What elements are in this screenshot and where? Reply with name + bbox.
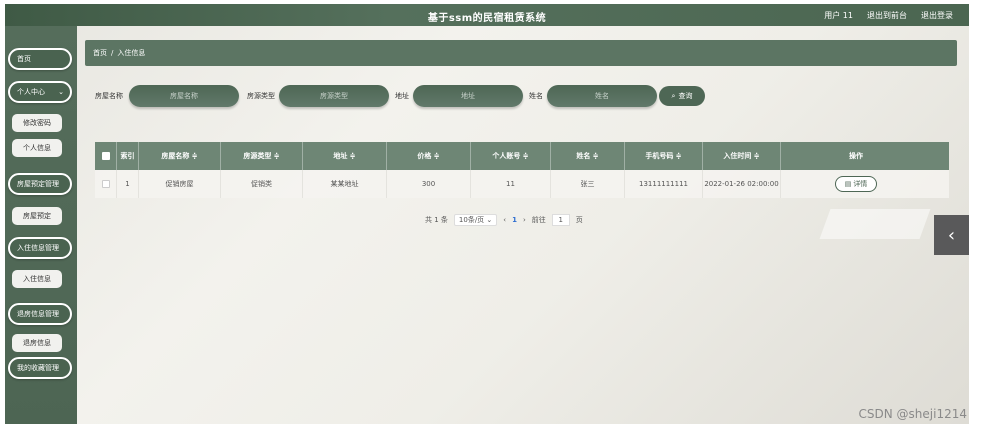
document-icon: ▤	[844, 180, 852, 188]
page-number[interactable]: 1	[512, 216, 517, 224]
sidebar-sub-checkin-info[interactable]: 入住信息	[12, 270, 62, 288]
cell-name: 张三	[551, 170, 625, 198]
col-address[interactable]: 地址 ≑	[303, 142, 387, 170]
sidebar-item-label: 入住信息管理	[17, 244, 59, 252]
col-name[interactable]: 姓名 ≑	[551, 142, 625, 170]
background-decoration	[819, 209, 931, 239]
name-label: 姓名	[529, 92, 543, 100]
goto-label: 前往	[531, 216, 546, 224]
sidebar-sub-checkout-info[interactable]: 退房信息	[12, 334, 62, 352]
app-window: 基于ssm的民宿租赁系统 用户 11 退出到前台 退出登录 首页 个人中心 ⌄ 修…	[5, 4, 969, 424]
col-house-name[interactable]: 房屋名称 ≑	[139, 142, 221, 170]
pagination: 共 1 条 10条/页 ⌄ ‹ 1 › 前往 1 页	[425, 214, 583, 226]
sidebar-sub-change-password[interactable]: 修改密码	[12, 114, 62, 132]
next-page-icon[interactable]: ›	[523, 216, 526, 224]
query-button[interactable]: ⌕ 查询	[659, 86, 705, 106]
col-account[interactable]: 个人账号 ≑	[471, 142, 551, 170]
sidebar-item-label: 我的收藏管理	[17, 364, 59, 372]
page-suffix: 页	[575, 216, 583, 224]
goto-input[interactable]: 1	[551, 214, 570, 226]
sidebar: 首页 个人中心 ⌄ 修改密码 个人信息 房屋预定管理 房屋预定 入住信息管理 入住…	[5, 26, 77, 424]
collapse-panel-button[interactable]: ‹	[934, 215, 969, 255]
address-input[interactable]	[413, 85, 523, 107]
house-name-input[interactable]	[129, 85, 239, 107]
row-checkbox[interactable]	[95, 170, 117, 198]
name-input[interactable]	[547, 85, 657, 107]
col-index: 索引	[117, 142, 139, 170]
sidebar-item-booking-management[interactable]: 房屋预定管理	[8, 173, 72, 195]
breadcrumb: 首页 / 入住信息	[85, 40, 957, 66]
cell-price: 300	[387, 170, 471, 198]
col-actions: 操作	[849, 152, 863, 160]
breadcrumb-separator: /	[111, 49, 114, 57]
search-form: 房屋名称 房源类型 地址 姓名 ⌕ 查询	[85, 85, 957, 107]
sidebar-item-checkout-management[interactable]: 退房信息管理	[8, 303, 72, 325]
page-size-select[interactable]: 10条/页 ⌄	[453, 214, 498, 226]
query-button-label: 查询	[678, 92, 693, 100]
sidebar-sub-personal-info[interactable]: 个人信息	[12, 139, 62, 157]
prev-page-icon[interactable]: ‹	[503, 216, 506, 224]
watermark: CSDN @sheji1214	[858, 407, 967, 421]
breadcrumb-home[interactable]: 首页	[93, 48, 107, 58]
top-bar: 基于ssm的民宿租赁系统 用户 11 退出到前台 退出登录	[5, 4, 969, 26]
sidebar-item-label: 退房信息管理	[17, 310, 59, 318]
sidebar-item-personal-center[interactable]: 个人中心 ⌄	[8, 81, 72, 103]
col-checkin-time[interactable]: 入住时间 ≑	[703, 142, 781, 170]
sidebar-item-label: 房屋预定管理	[17, 180, 59, 188]
house-type-label: 房源类型	[247, 92, 275, 100]
search-icon: ⌕	[671, 91, 676, 100]
sidebar-item-checkin-management[interactable]: 入住信息管理	[8, 237, 72, 259]
pager-total: 共 1 条	[425, 216, 448, 224]
sidebar-sub-booking[interactable]: 房屋预定	[12, 207, 62, 225]
cell-house-type: 促销类	[221, 170, 303, 198]
checkin-table: 索引 房屋名称 ≑ 房源类型 ≑ 地址 ≑ 价格 ≑ 个人账号 ≑ 姓名 ≑ 手…	[95, 142, 949, 198]
cell-address: 某某地址	[303, 170, 387, 198]
col-price[interactable]: 价格 ≑	[387, 142, 471, 170]
exit-front-link[interactable]: 退出到前台	[867, 10, 907, 21]
detail-button[interactable]: ▤ 详情	[835, 176, 877, 192]
select-all-checkbox[interactable]	[95, 142, 117, 170]
cell-actions: ▤ 详情	[781, 170, 931, 198]
address-label: 地址	[395, 92, 409, 100]
user-label[interactable]: 用户 11	[824, 10, 853, 21]
sidebar-item-label: 个人中心	[17, 88, 45, 96]
sidebar-item-label: 首页	[17, 55, 31, 63]
chevron-down-icon: ⌄	[58, 88, 64, 96]
cell-account: 11	[471, 170, 551, 198]
logout-link[interactable]: 退出登录	[921, 10, 953, 21]
cell-house-name: 促销房屋	[139, 170, 221, 198]
detail-button-label: 详情	[853, 180, 868, 188]
sidebar-item-favorites-management[interactable]: 我的收藏管理	[8, 357, 72, 379]
page-size-value: 10条/页	[458, 216, 485, 224]
table-row: 1 促销房屋 促销类 某某地址 300 11 张三 13111111111 20…	[95, 170, 949, 198]
cell-index: 1	[117, 170, 139, 198]
col-phone[interactable]: 手机号码 ≑	[625, 142, 703, 170]
cell-phone: 13111111111	[625, 170, 703, 198]
chevron-down-icon: ⌄	[486, 216, 493, 224]
col-house-type[interactable]: 房源类型 ≑	[221, 142, 303, 170]
house-name-label: 房屋名称	[95, 92, 123, 100]
sidebar-item-home[interactable]: 首页	[8, 48, 72, 70]
breadcrumb-current: 入住信息	[117, 49, 146, 57]
house-type-input[interactable]	[279, 85, 389, 107]
table-header: 索引 房屋名称 ≑ 房源类型 ≑ 地址 ≑ 价格 ≑ 个人账号 ≑ 姓名 ≑ 手…	[95, 142, 949, 170]
chevron-left-icon: ‹	[947, 224, 956, 246]
cell-checkin-time: 2022-01-26 02:00:00	[703, 170, 781, 198]
